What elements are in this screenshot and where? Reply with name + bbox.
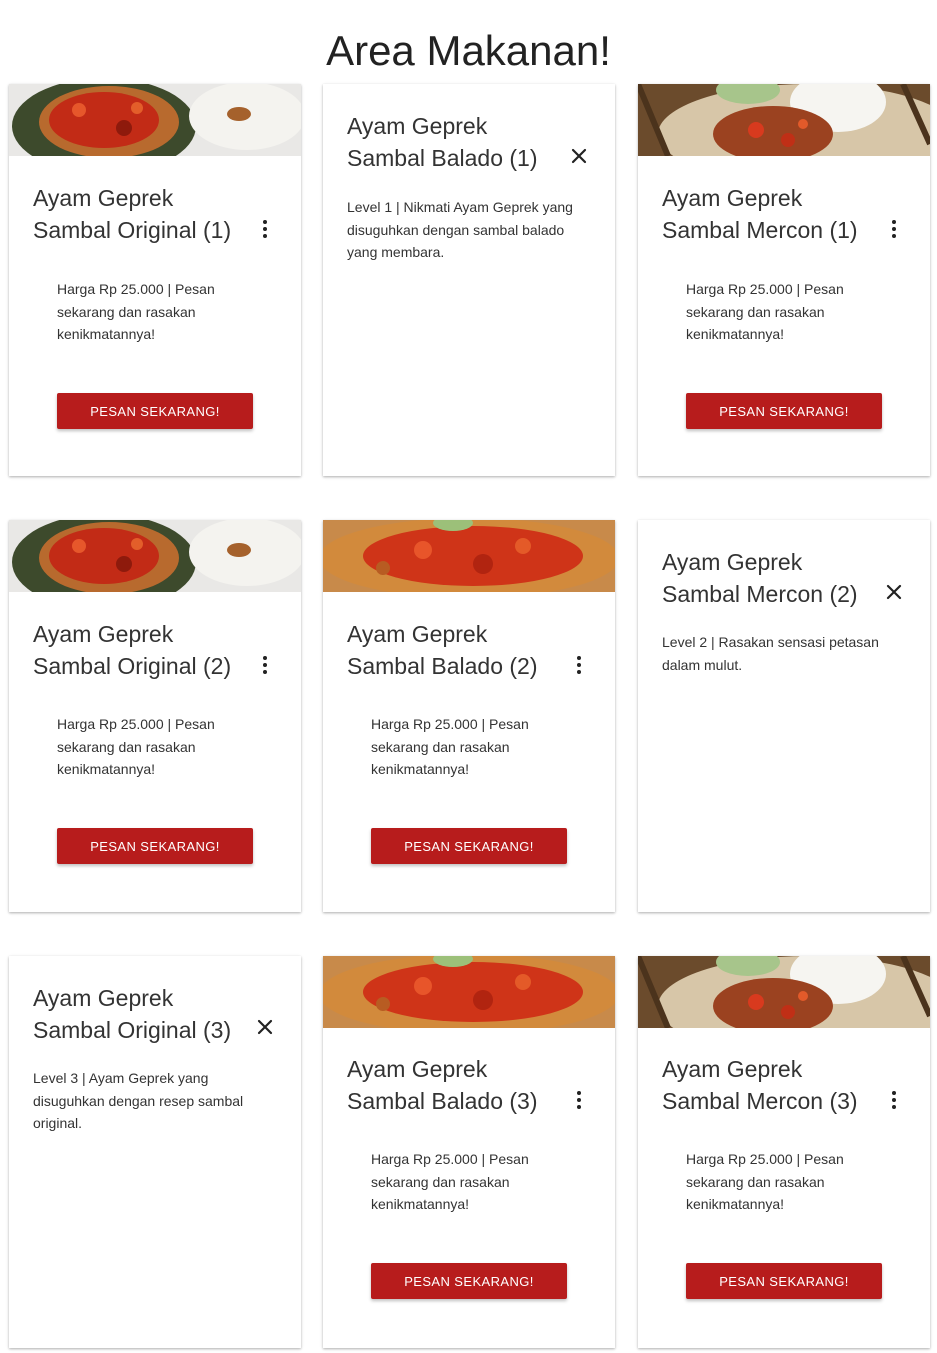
card-image-mercon[interactable] bbox=[638, 84, 930, 156]
card-image-original[interactable] bbox=[9, 520, 301, 592]
card-reveal-description: Level 2 | Rasakan sensasi petasan dalam … bbox=[662, 634, 879, 673]
food-card-mercon-2[interactable]: Ayam Geprek Sambal Mercon (2) Level 2 | … bbox=[638, 520, 930, 912]
more-vert-icon[interactable] bbox=[884, 217, 904, 241]
food-card-original-2[interactable]: Ayam Geprek Sambal Original (2) Harga Rp… bbox=[9, 520, 301, 912]
card-image-original[interactable] bbox=[9, 84, 301, 156]
food-card-balado-2[interactable]: Ayam Geprek Sambal Balado (2) Harga Rp 2… bbox=[323, 520, 615, 912]
page-title: Area Makanan! bbox=[326, 27, 611, 75]
card-reveal-description: Level 1 | Nikmati Ayam Geprek yang disug… bbox=[347, 199, 573, 260]
card-image-balado[interactable] bbox=[323, 956, 615, 1028]
more-vert-icon[interactable] bbox=[569, 653, 589, 677]
card-description: Harga Rp 25.000 | Pesan sekarang dan ras… bbox=[57, 716, 215, 777]
food-card-mercon-1[interactable]: Ayam Geprek Sambal Mercon (1) Harga Rp 2… bbox=[638, 84, 930, 476]
order-button[interactable]: PESAN SEKARANG! bbox=[371, 1263, 567, 1299]
order-button[interactable]: PESAN SEKARANG! bbox=[686, 1263, 882, 1299]
card-description: Harga Rp 25.000 | Pesan sekarang dan ras… bbox=[371, 1151, 529, 1212]
card-title[interactable]: Ayam Geprek Sambal Balado (3) bbox=[347, 1053, 567, 1117]
more-vert-icon[interactable] bbox=[884, 1088, 904, 1112]
food-card-balado-3[interactable]: Ayam Geprek Sambal Balado (3) Harga Rp 2… bbox=[323, 956, 615, 1348]
card-title[interactable]: Ayam Geprek Sambal Balado (2) bbox=[347, 618, 567, 682]
order-button[interactable]: PESAN SEKARANG! bbox=[57, 828, 253, 864]
card-image-balado[interactable] bbox=[323, 520, 615, 592]
close-icon[interactable] bbox=[255, 1017, 275, 1037]
close-icon[interactable] bbox=[884, 582, 904, 602]
more-vert-icon[interactable] bbox=[569, 1088, 589, 1112]
more-vert-icon[interactable] bbox=[255, 217, 275, 241]
card-title[interactable]: Ayam Geprek Sambal Mercon (1) bbox=[662, 182, 882, 246]
food-card-balado-1[interactable]: Ayam Geprek Sambal Balado (1) Level 1 | … bbox=[323, 84, 615, 476]
more-vert-icon[interactable] bbox=[255, 653, 275, 677]
card-title[interactable]: Ayam Geprek Sambal Original (2) bbox=[33, 618, 253, 682]
food-card-mercon-3[interactable]: Ayam Geprek Sambal Mercon (3) Harga Rp 2… bbox=[638, 956, 930, 1348]
close-icon[interactable] bbox=[569, 146, 589, 166]
food-card-original-3[interactable]: Ayam Geprek Sambal Original (3) Level 3 … bbox=[9, 956, 301, 1348]
card-description: Harga Rp 25.000 | Pesan sekarang dan ras… bbox=[686, 1151, 844, 1212]
card-title[interactable]: Ayam Geprek Sambal Balado (1) bbox=[347, 110, 567, 174]
order-button[interactable]: PESAN SEKARANG! bbox=[371, 828, 567, 864]
card-description: Harga Rp 25.000 | Pesan sekarang dan ras… bbox=[371, 716, 529, 777]
card-title[interactable]: Ayam Geprek Sambal Mercon (2) bbox=[662, 546, 882, 610]
card-reveal-description: Level 3 | Ayam Geprek yang disuguhkan de… bbox=[33, 1070, 244, 1131]
card-image-mercon[interactable] bbox=[638, 956, 930, 1028]
card-title[interactable]: Ayam Geprek Sambal Original (1) bbox=[33, 182, 253, 246]
order-button[interactable]: PESAN SEKARANG! bbox=[686, 393, 882, 429]
card-description: Harga Rp 25.000 | Pesan sekarang dan ras… bbox=[57, 281, 215, 342]
card-title[interactable]: Ayam Geprek Sambal Original (3) bbox=[33, 982, 253, 1046]
food-card-original-1[interactable]: Ayam Geprek Sambal Original (1) Harga Rp… bbox=[9, 84, 301, 476]
card-title[interactable]: Ayam Geprek Sambal Mercon (3) bbox=[662, 1053, 882, 1117]
card-description: Harga Rp 25.000 | Pesan sekarang dan ras… bbox=[686, 281, 844, 342]
order-button[interactable]: PESAN SEKARANG! bbox=[57, 393, 253, 429]
